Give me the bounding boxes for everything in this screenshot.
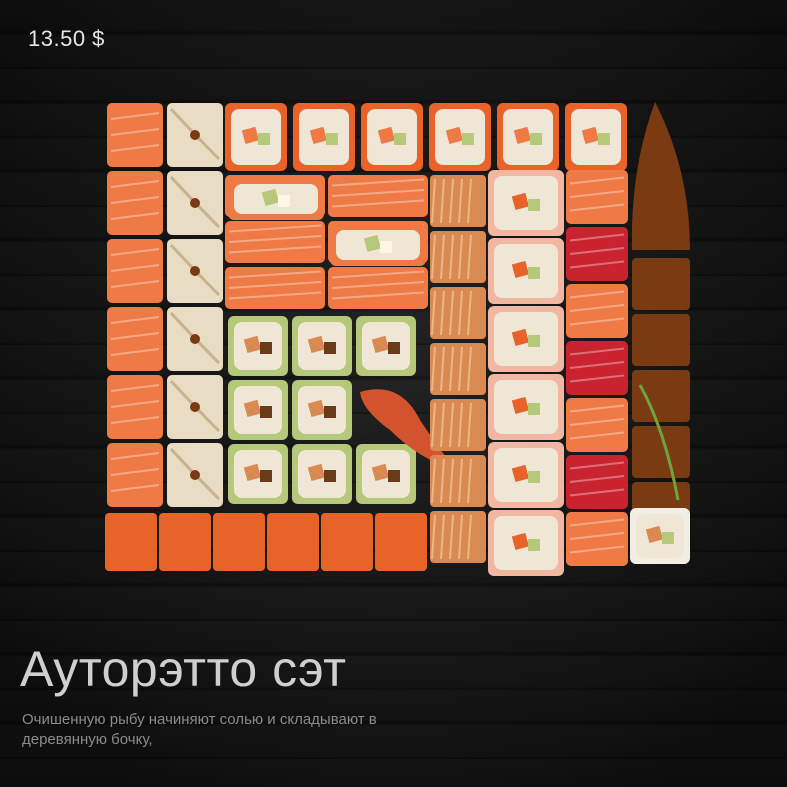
seared-salmon xyxy=(430,343,486,395)
seared-salmon xyxy=(430,511,486,563)
seared-salmon xyxy=(430,231,486,283)
seared-salmon xyxy=(430,399,486,451)
eel-roll xyxy=(632,258,690,310)
product-description: Очишенную рыбу начиняют солью и складыва… xyxy=(22,711,377,748)
price-label: 13.50 $ xyxy=(28,26,105,51)
spicy-salmon-roll xyxy=(213,513,265,571)
spicy-salmon-roll xyxy=(267,513,319,571)
eel-roll xyxy=(632,314,690,366)
spicy-salmon-roll xyxy=(375,513,427,571)
seared-salmon xyxy=(430,175,486,227)
seared-salmon xyxy=(430,287,486,339)
spicy-salmon-roll xyxy=(105,513,157,571)
eel-piece xyxy=(631,102,690,250)
seared-salmon xyxy=(430,455,486,507)
spicy-salmon-roll xyxy=(321,513,373,571)
eel-roll xyxy=(632,370,690,422)
product-card[interactable]: 13.50 $ Ауторэтто сэт Очишенную рыбу нач… xyxy=(0,0,787,787)
product-title: Ауторэтто сэт xyxy=(20,641,347,697)
spicy-salmon-roll xyxy=(159,513,211,571)
